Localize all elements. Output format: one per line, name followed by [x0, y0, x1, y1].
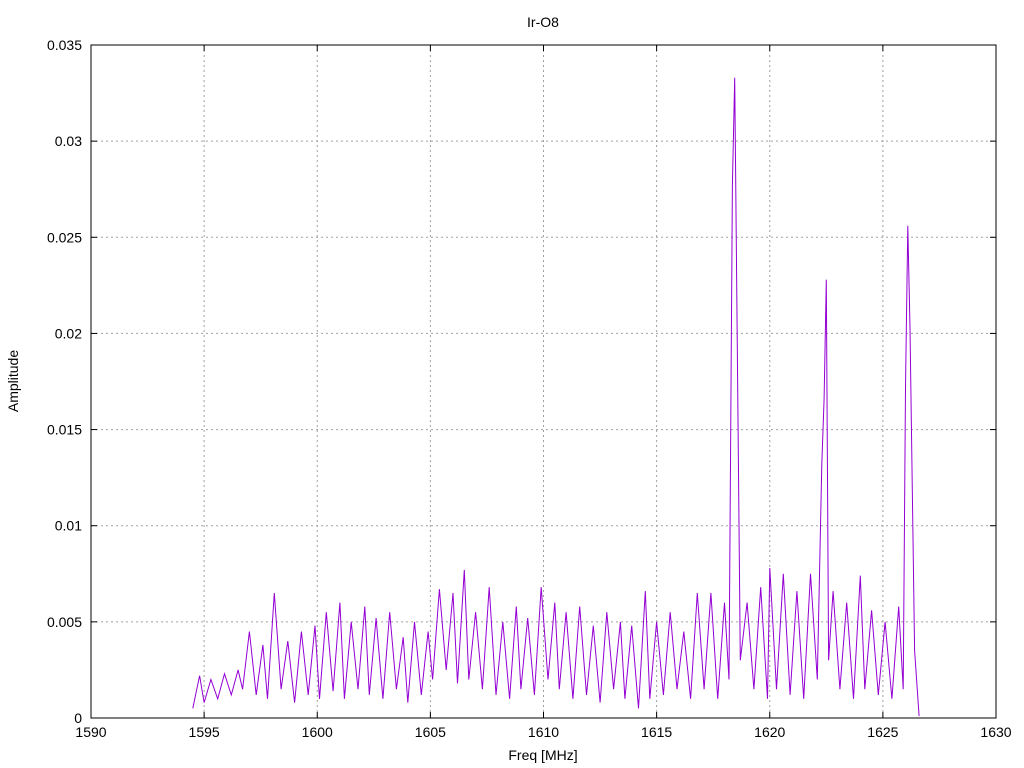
x-tick-label: 1605	[415, 724, 446, 740]
x-tick-label: 1630	[980, 724, 1011, 740]
y-tick-label: 0.01	[55, 518, 82, 534]
x-tick-label: 1610	[528, 724, 559, 740]
x-axis-label: Freq [MHz]	[508, 747, 577, 763]
y-tick-label: 0.005	[47, 614, 82, 630]
chart-title: Ir-O8	[527, 14, 559, 30]
x-tick-label: 1595	[189, 724, 220, 740]
y-tick-label: 0.02	[55, 325, 82, 341]
x-tick-labels: 1590 1595 1600 1605 1610 1615 1620 1625 1630	[75, 724, 1011, 740]
series-line-0	[192, 77, 920, 717]
x-tick-label: 1615	[641, 724, 672, 740]
x-tick-label: 1625	[867, 724, 898, 740]
y-tick-label: 0.025	[47, 229, 82, 245]
series-layer	[192, 77, 920, 717]
y-tick-label: 0.03	[55, 133, 82, 149]
x-tick-label: 1620	[754, 724, 785, 740]
y-tick-labels: 0 0.005 0.01 0.015 0.02 0.025 0.03 0.035	[47, 37, 82, 726]
y-tick-label: 0.035	[47, 37, 82, 53]
y-tick-label: 0	[74, 710, 82, 726]
x-tick-label: 1590	[75, 724, 106, 740]
y-tick-label: 0.015	[47, 422, 82, 438]
x-tick-label: 1600	[302, 724, 333, 740]
y-axis-label: Amplitude	[5, 350, 21, 412]
chart: Ir-O8 1590 1595 1600 1605 1610 1615 1620 1625 16…	[5, 14, 1012, 763]
